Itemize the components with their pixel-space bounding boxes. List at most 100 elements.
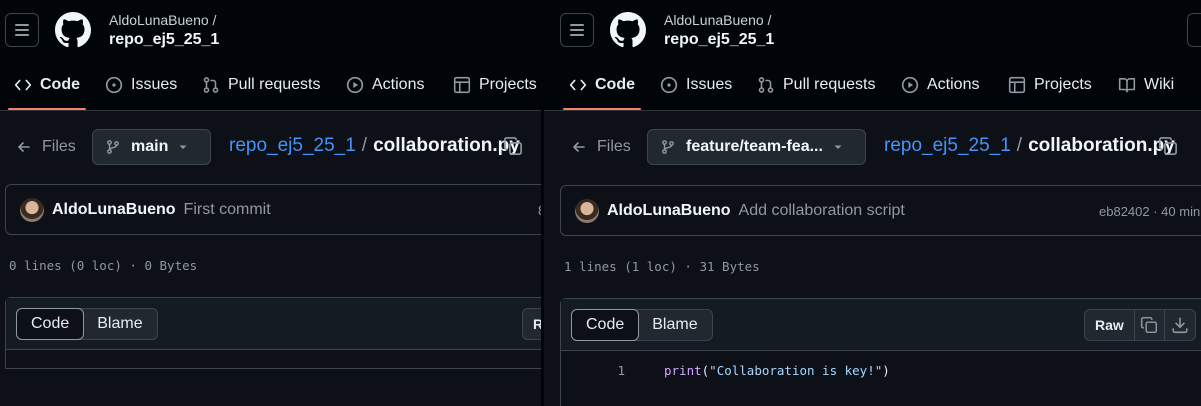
breadcrumb-repo-link[interactable]: repo_ej5_25_1 [229,135,356,156]
github-logo-icon[interactable] [610,12,646,48]
branch-selector[interactable]: main [92,129,211,165]
latest-commit-box: AldoLunaBueno Add collaboration script e… [560,185,1201,236]
tab-pull-requests-label: Pull requests [783,76,876,93]
commit-author[interactable]: AldoLunaBueno [52,201,176,219]
branch-selector[interactable]: feature/team-fea... [647,129,866,165]
commit-message[interactable]: Add collaboration script [739,202,905,220]
avatar[interactable] [20,197,44,222]
file-viewer-header: Code Blame R [6,298,541,350]
tab-code[interactable]: Code [563,60,641,110]
line-number[interactable]: 1 [561,363,625,378]
commit-message[interactable]: First commit [184,201,271,219]
chevron-down-icon [834,145,842,149]
code-function: print [664,363,702,378]
code-icon [14,79,32,91]
view-mode-toggle: Code Blame [16,308,158,340]
files-label: Files [597,138,631,155]
tab-code-label: Code [595,76,635,93]
view-blame-button[interactable]: Blame [638,310,711,340]
menu-icon[interactable] [5,13,39,47]
arrow-left-icon [573,142,585,152]
breadcrumb-repo-link[interactable]: repo_ej5_25_1 [884,135,1011,156]
raw-button[interactable]: R [523,309,541,339]
pull-request-icon [758,77,774,93]
file-meta: 0 lines (0 loc) · 0 Bytes [9,258,198,273]
commit-author[interactable]: AldoLunaBueno [607,202,731,220]
repo-header: AldoLunaBueno / repo_ej5_25_1 Code Issue… [544,0,1201,111]
tab-actions[interactable]: Actions [901,60,979,110]
tab-issues[interactable]: Issues [660,60,732,110]
breadcrumb-file: collaboration.py [373,135,520,156]
download-icon [1172,317,1188,334]
raw-button[interactable]: Raw [1085,310,1135,340]
tab-actions[interactable]: Actions [346,60,424,110]
tab-issues-label: Issues [131,76,178,93]
breadcrumb-separator: / [361,135,368,156]
copy-path-icon[interactable] [503,136,523,156]
git-branch-icon [662,140,674,154]
repo-owner-link[interactable]: AldoLunaBueno / [109,12,216,28]
branch-name: main [131,138,169,155]
arrow-left-icon [18,142,30,152]
tab-projects-label: Projects [479,76,537,93]
search-button[interactable] [1187,13,1201,47]
raw-button-group: R [522,308,541,340]
tab-wiki[interactable]: Wiki [1118,60,1174,110]
book-icon [1118,78,1136,93]
file-viewer: Code Blame Raw 1 print("Collaboration is… [560,298,1201,406]
table-icon [1008,76,1026,94]
file-viewer: Code Blame R [5,297,541,369]
code-icon [569,79,587,91]
code-paren-close: ) [882,363,890,378]
tab-pull-requests[interactable]: Pull requests [202,60,321,110]
table-icon [453,76,471,94]
repo-name-link[interactable]: repo_ej5_25_1 [664,31,774,49]
files-back-button[interactable]: Files [16,128,76,166]
repo-nav: Code Issues Pull requests Actions Projec… [0,60,541,110]
breadcrumb: repo_ej5_25_1/collaboration.py [229,135,520,157]
tab-actions-label: Actions [927,76,980,93]
tab-pull-requests-label: Pull requests [228,76,321,93]
view-mode-toggle: Code Blame [571,309,713,341]
avatar[interactable] [575,198,599,223]
issue-icon [105,76,123,94]
code-line: 1 print("Collaboration is key!") [561,351,1201,391]
breadcrumb: repo_ej5_25_1/collaboration.py [884,135,1175,157]
raw-button-group: Raw [1084,309,1196,341]
file-viewer-header: Code Blame Raw [561,299,1201,351]
github-logo-icon[interactable] [55,12,91,48]
pull-request-icon [203,77,219,93]
tab-pull-requests[interactable]: Pull requests [757,60,876,110]
issue-icon [660,76,678,94]
tab-projects-label: Projects [1034,76,1092,93]
view-blame-button[interactable]: Blame [83,309,156,339]
repo-owner-link[interactable]: AldoLunaBueno / [664,12,771,28]
copy-path-icon[interactable] [1158,136,1178,156]
menu-icon[interactable] [560,13,594,47]
tab-issues[interactable]: Issues [105,60,177,110]
file-meta: 1 lines (1 loc) · 31 Bytes [564,259,760,274]
code-string: "Collaboration is key!" [709,363,883,378]
tab-projects[interactable]: Projects [1008,60,1092,110]
code-text: print("Collaboration is key!") [664,363,890,378]
tab-code[interactable]: Code [8,60,86,110]
repo-name-link[interactable]: repo_ej5_25_1 [109,31,219,49]
view-code-button[interactable]: Code [16,308,85,340]
files-back-button[interactable]: Files [571,128,631,166]
download-raw-button[interactable] [1165,310,1195,340]
tab-code-label: Code [40,76,80,93]
git-branch-icon [107,140,119,154]
breadcrumb-separator: / [1016,135,1023,156]
view-code-button[interactable]: Code [571,309,640,341]
chevron-down-icon [179,145,187,149]
repo-nav: Code Issues Pull requests Actions Projec… [544,60,1201,110]
tab-issues-label: Issues [686,76,733,93]
files-label: Files [42,138,76,155]
play-icon [346,76,364,94]
copy-icon [1141,316,1158,334]
commit-sha[interactable]: eb82402 · 40 min [1099,204,1200,219]
breadcrumb-file: collaboration.py [1028,135,1175,156]
copy-raw-button[interactable] [1135,310,1165,340]
repo-header: AldoLunaBueno / repo_ej5_25_1 Code Issue… [0,0,541,111]
tab-projects[interactable]: Projects [453,60,537,110]
